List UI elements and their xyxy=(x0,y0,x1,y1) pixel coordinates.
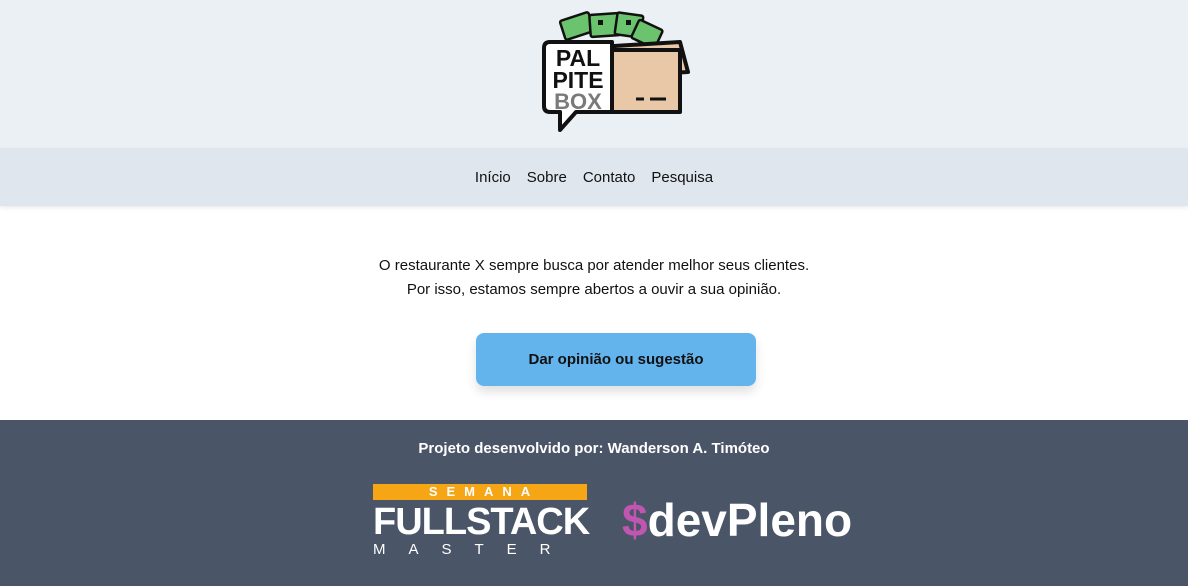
header: PAL PITE BOX xyxy=(0,0,1188,148)
devpleno-wordmark: devPleno xyxy=(647,494,853,546)
footer: Projeto desenvolvido por: Wanderson A. T… xyxy=(0,420,1188,586)
nav-item-sobre[interactable]: Sobre xyxy=(527,169,567,186)
box-icon xyxy=(610,40,690,114)
intro-text: O restaurante X sempre busca por atender… xyxy=(0,254,1188,302)
devpleno-logo[interactable]: $devPleno xyxy=(622,494,852,546)
nav-item-pesquisa[interactable]: Pesquisa xyxy=(651,169,713,186)
fullstack-logo-semana: SEMANA xyxy=(373,484,587,500)
give-feedback-button[interactable]: Dar opinião ou sugestão xyxy=(476,333,756,386)
main-nav: Início Sobre Contato Pesquisa xyxy=(0,148,1188,206)
nav-item-contato[interactable]: Contato xyxy=(583,169,636,186)
intro-line-1: O restaurante X sempre busca por atender… xyxy=(378,257,810,274)
devpleno-dollar-symbol: $ xyxy=(622,494,648,546)
fullstack-master-logo[interactable]: SEMANA FULLSTACK MASTER xyxy=(373,484,590,560)
fullstack-logo-fullstack: FULLSTACK xyxy=(373,501,590,543)
main-content: O restaurante X sempre busca por atender… xyxy=(0,206,1188,420)
logo-text-box: BOX xyxy=(554,89,602,114)
fullstack-logo-master: MASTER xyxy=(373,541,574,558)
nav-item-inicio[interactable]: Início xyxy=(475,169,511,186)
footer-credit: Projeto desenvolvido por: Wanderson A. T… xyxy=(418,440,770,457)
intro-line-2: Por isso, estamos sempre abertos a ouvir… xyxy=(406,281,782,298)
palpitebox-logo[interactable]: PAL PITE BOX xyxy=(540,10,692,134)
